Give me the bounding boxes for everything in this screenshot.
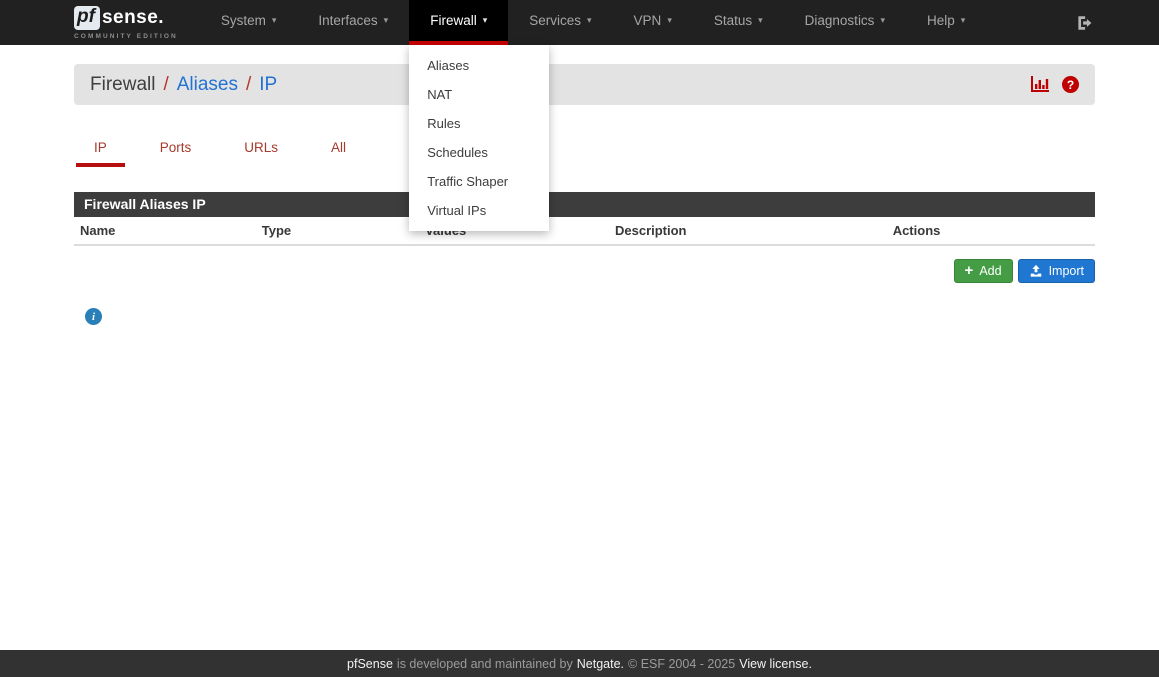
caret-down-icon: ▾ (384, 15, 389, 26)
footer-license-link[interactable]: View license. (739, 657, 812, 671)
nav-item-interfaces[interactable]: Interfaces ▾ (297, 0, 409, 45)
nav-item-label: Firewall (430, 13, 477, 28)
footer-text: is developed and maintained by (397, 657, 573, 671)
nav-item-label: Interfaces (318, 13, 377, 28)
add-button[interactable]: + Add (954, 259, 1013, 283)
nav-item-label: Diagnostics (805, 13, 875, 28)
menu-item-schedules[interactable]: Schedules (409, 138, 549, 167)
add-button-label: Add (979, 264, 1001, 278)
menu-item-rules[interactable]: Rules (409, 109, 549, 138)
caret-down-icon: ▾ (272, 15, 277, 26)
plus-icon: + (965, 265, 974, 277)
navbar-inner: pf sense. COMMUNITY EDITION System ▾ Int… (74, 0, 1095, 45)
aliases-table: Name Type Values Description Actions (74, 217, 1095, 246)
menu-item-aliases[interactable]: Aliases (409, 51, 549, 80)
nav-item-help[interactable]: Help ▾ (906, 0, 986, 45)
menu-item-nat[interactable]: NAT (409, 80, 549, 109)
nav-item-label: System (221, 13, 266, 28)
caret-down-icon: ▾ (758, 15, 763, 26)
breadcrumb-separator: / (163, 74, 168, 96)
column-header-actions: Actions (887, 217, 1095, 245)
tab-ip[interactable]: IP (76, 130, 125, 167)
firewall-dropdown-menu: Aliases NAT Rules Schedules Traffic Shap… (409, 45, 549, 231)
page-header-bar: Firewall / Aliases / IP ? (74, 64, 1095, 105)
main-content: Firewall / Aliases / IP ? IP Ports URLs … (74, 64, 1095, 325)
caret-down-icon: ▾ (587, 15, 592, 26)
import-button[interactable]: Import (1018, 259, 1095, 283)
nav-item-label: Help (927, 13, 955, 28)
nav-item-diagnostics[interactable]: Diagnostics ▾ (784, 0, 906, 45)
column-header-type: Type (256, 217, 419, 245)
page-footer: pfSense is developed and maintained by N… (0, 650, 1159, 677)
nav-item-vpn[interactable]: VPN ▾ (613, 0, 693, 45)
menu-item-virtual-ips[interactable]: Virtual IPs (409, 196, 549, 225)
breadcrumb: Firewall / Aliases / IP (90, 74, 277, 96)
nav-item-label: Status (714, 13, 752, 28)
menu-item-traffic-shaper[interactable]: Traffic Shaper (409, 167, 549, 196)
breadcrumb-section: Firewall (90, 74, 155, 96)
pfsense-logo-pf: pf (74, 6, 100, 30)
info-icon[interactable]: i (85, 308, 102, 325)
nav-item-status[interactable]: Status ▾ (693, 0, 784, 45)
help-icon[interactable]: ? (1062, 76, 1079, 93)
upload-icon (1029, 264, 1043, 278)
column-header-description: Description (609, 217, 887, 245)
tab-ports[interactable]: Ports (142, 130, 210, 167)
pfsense-logo-main: pf sense. (74, 6, 178, 30)
caret-down-icon: ▾ (880, 15, 885, 26)
caret-down-icon: ▾ (961, 15, 966, 26)
nav-item-services[interactable]: Services ▾ (508, 0, 612, 45)
firewall-aliases-panel: Firewall Aliases IP Name Type Values Des… (74, 192, 1095, 246)
caret-down-icon: ▾ (483, 15, 488, 26)
tab-urls[interactable]: URLs (226, 130, 296, 167)
breadcrumb-separator: / (246, 74, 251, 96)
header-icons: ? (1030, 76, 1079, 93)
nav-item-label: Services (529, 13, 581, 28)
sign-out-icon[interactable] (1073, 0, 1095, 45)
alias-tabs: IP Ports URLs All (74, 130, 1095, 167)
table-header-row: Name Type Values Description Actions (74, 217, 1095, 245)
footer-netgate-link[interactable]: Netgate. (577, 657, 624, 671)
breadcrumb-link-ip[interactable]: IP (259, 74, 277, 96)
pfsense-logo-edition: COMMUNITY EDITION (74, 33, 178, 40)
pfsense-logo-sense: sense. (102, 8, 164, 28)
monitoring-chart-icon[interactable] (1030, 76, 1049, 93)
pfsense-logo[interactable]: pf sense. COMMUNITY EDITION (74, 0, 178, 45)
nav-item-label: VPN (634, 13, 662, 28)
nav-item-firewall[interactable]: Firewall ▾ Aliases NAT Rules Schedules T… (409, 0, 508, 45)
top-navbar: pf sense. COMMUNITY EDITION System ▾ Int… (0, 0, 1159, 45)
info-row: i (74, 308, 1095, 325)
tab-all[interactable]: All (313, 130, 364, 167)
breadcrumb-link-aliases[interactable]: Aliases (177, 74, 238, 96)
import-button-label: Import (1049, 264, 1084, 278)
action-buttons-row: + Add Import (74, 259, 1095, 283)
column-header-name: Name (74, 217, 256, 245)
caret-down-icon: ▾ (667, 15, 672, 26)
footer-copyright: © ESF 2004 - 2025 (628, 657, 735, 671)
nav-item-system[interactable]: System ▾ (200, 0, 298, 45)
footer-brand: pfSense (347, 657, 393, 671)
panel-title: Firewall Aliases IP (74, 192, 1095, 217)
